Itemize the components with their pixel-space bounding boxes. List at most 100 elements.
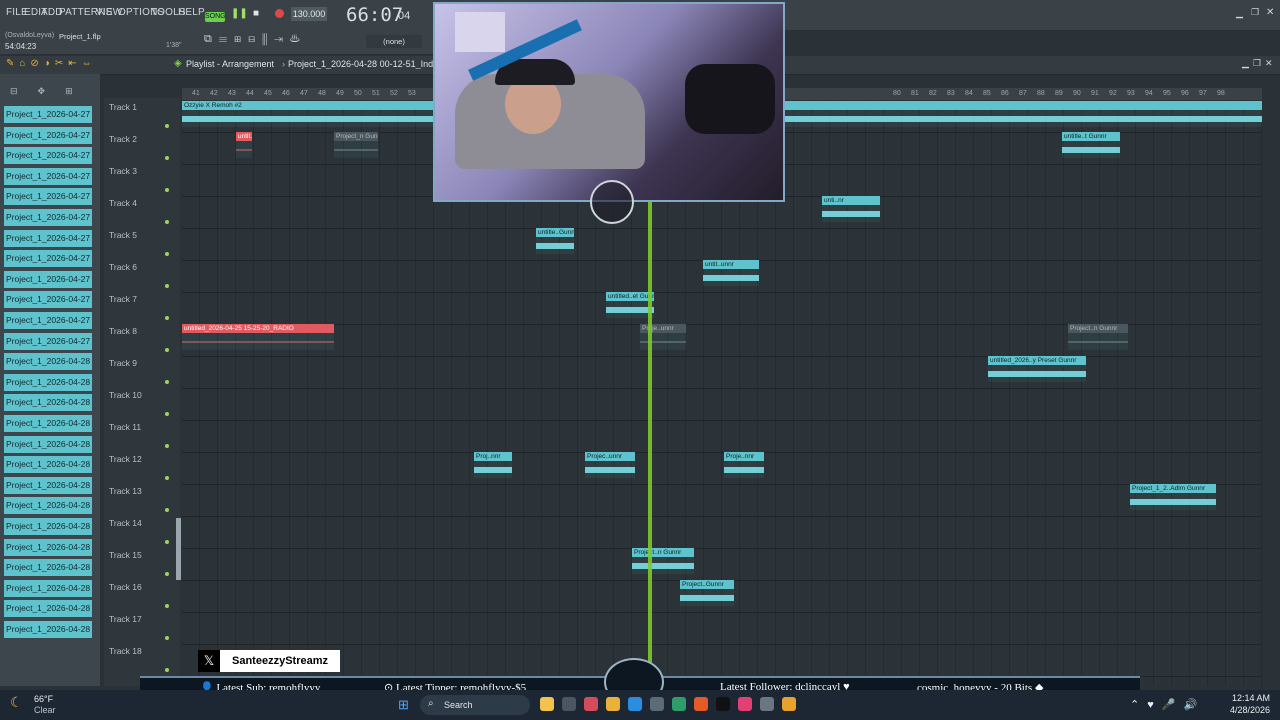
track-label[interactable]: Track 11 — [109, 422, 141, 432]
audio-clip[interactable]: Project..Gunnr — [680, 580, 734, 606]
track-label[interactable]: Track 16 — [109, 582, 142, 592]
pause-icon[interactable]: ❚❚ — [231, 8, 248, 20]
store-icon[interactable] — [650, 697, 664, 711]
browser-item[interactable]: Project_1_2026-04-28 0... — [4, 373, 92, 391]
track-enable-led[interactable] — [165, 412, 169, 416]
browser-item[interactable]: Project_1_2026-04-28 0... — [4, 476, 92, 494]
track-enable-led[interactable] — [165, 156, 169, 160]
track-label[interactable]: Track 14 — [109, 518, 142, 528]
browser-item[interactable]: Project_1_2026-04-27 2... — [4, 209, 92, 226]
fl-studio-icon[interactable] — [782, 697, 796, 711]
track-scrollbar[interactable] — [176, 518, 181, 580]
browser-item[interactable]: Project_1_2026-04-28 0... — [4, 415, 92, 432]
stop-icon[interactable]: ■ — [253, 8, 263, 19]
audio-clip[interactable]: untitle..Gunnr — [536, 228, 574, 254]
audio-clip[interactable]: unti..nr — [822, 196, 880, 222]
browser-item[interactable]: Project_1_2026-04-28 0... — [4, 394, 92, 412]
track-enable-led[interactable] — [165, 124, 169, 128]
tempo-display[interactable]: 130.000 — [291, 7, 327, 21]
browser-item[interactable]: Project_1_2026-04-27 2... — [4, 270, 92, 288]
track-enable-led[interactable] — [165, 668, 169, 672]
audio-clip[interactable]: Projec..unnr — [585, 452, 635, 478]
tiktok-icon[interactable] — [716, 697, 730, 711]
audio-clip[interactable]: untitled..et Gunnr — [606, 292, 654, 318]
browser-item[interactable]: Project_1_2026-04-28 0... — [4, 435, 92, 453]
browser-item[interactable]: Project_1_2026-04-28 0... — [4, 497, 92, 515]
browser-item[interactable]: Project_1_2026-04-28 0... — [4, 621, 92, 638]
browser-item[interactable]: Project_1_2026-04-27 2... — [4, 250, 92, 268]
start-icon[interactable]: ⊞ — [398, 697, 409, 713]
track-label[interactable]: Track 13 — [109, 486, 142, 496]
playhead[interactable] — [648, 200, 652, 686]
audio-clip[interactable]: untitled_2026..y Preset Gunnr — [988, 356, 1086, 382]
track-enable-led[interactable] — [165, 540, 169, 544]
track-label[interactable]: Track 6 — [109, 262, 137, 272]
music-icon[interactable] — [738, 697, 752, 711]
track-enable-led[interactable] — [165, 636, 169, 640]
track-enable-led[interactable] — [165, 348, 169, 352]
browser-item[interactable]: Project_1_2026-04-27 2... — [4, 332, 92, 350]
audio-clip[interactable]: Project_n Gunnr — [334, 132, 378, 158]
audio-clip[interactable]: untit..unnr — [703, 260, 759, 286]
edge-icon[interactable] — [628, 697, 642, 711]
taskview-icon[interactable] — [562, 697, 576, 711]
track-label[interactable]: Track 5 — [109, 230, 137, 240]
track-label[interactable]: Track 7 — [109, 294, 137, 304]
tool-icons[interactable]: ✎⌂⊘◑✂⇤⇔ — [6, 58, 97, 69]
audio-clip[interactable]: Project_1_2..Adlm Gunnr — [1130, 484, 1216, 510]
browser-item[interactable]: Project_1_2026-04-28 0... — [4, 559, 92, 577]
snap-select[interactable]: (none) — [366, 35, 422, 48]
firefox-icon[interactable] — [694, 697, 708, 711]
audio-clip[interactable]: untit..ADIO — [236, 132, 252, 158]
browser-item[interactable]: Project_1_2026-04-28 0... — [4, 600, 92, 618]
track-enable-led[interactable] — [165, 252, 169, 256]
audio-clip[interactable]: Project..n Gunnr — [1068, 324, 1128, 350]
audio-clip[interactable]: Proje..nnr — [724, 452, 764, 478]
restore-icon[interactable]: ❐ — [1251, 7, 1259, 18]
track-enable-led[interactable] — [165, 604, 169, 608]
track-label[interactable]: Track 15 — [109, 550, 142, 560]
track-label[interactable]: Track 2 — [109, 134, 137, 144]
browser-item[interactable]: Project_1_2026-04-27 2... — [4, 188, 92, 206]
track-enable-led[interactable] — [165, 508, 169, 512]
app-icon[interactable] — [584, 697, 598, 711]
track-enable-led[interactable] — [165, 316, 169, 320]
tray-icons[interactable]: ⌃♥🎤🔊 — [1130, 698, 1205, 711]
track-label[interactable]: Track 1 — [109, 102, 137, 112]
playlist-window-controls[interactable]: ▁❐✕ — [1242, 58, 1277, 69]
chrome-icon[interactable] — [672, 697, 686, 711]
minimize-icon[interactable]: ▁ — [1236, 8, 1243, 19]
browser-item[interactable]: Project_1_2026-04-28 0... — [4, 353, 92, 371]
browser-item[interactable]: Project_1_2026-04-27 2... — [4, 312, 92, 329]
playlist-breadcrumb[interactable]: Project_1_2026-04-28 00-12-51_Ind — [288, 59, 433, 69]
track-enable-led[interactable] — [165, 572, 169, 576]
browser-item[interactable]: Project_1_2026-04-27 2... — [4, 126, 92, 144]
audio-clip[interactable]: Proj..nnr — [474, 452, 512, 478]
record-icon[interactable] — [275, 9, 284, 18]
settings-icon[interactable] — [760, 697, 774, 711]
song-mode-button[interactable]: SONG — [205, 12, 226, 22]
track-label[interactable]: Track 10 — [109, 390, 142, 400]
track-label[interactable]: Track 17 — [109, 614, 142, 624]
track-enable-led[interactable] — [165, 284, 169, 288]
browser-item[interactable]: Project_1_2026-04-28 0... — [4, 538, 92, 556]
browser-item[interactable]: Project_1_2026-04-27 2... — [4, 167, 92, 185]
audio-clip[interactable]: Proje..unnr — [640, 324, 686, 350]
toolbar-icons[interactable]: ⧉☰⊞⊟⫼⇥♨ — [204, 33, 307, 46]
browser-item[interactable]: Project_1_2026-04-27 2... — [4, 229, 92, 247]
track-label[interactable]: Track 18 — [109, 646, 142, 656]
track-enable-led[interactable] — [165, 444, 169, 448]
browser-tabs[interactable]: ⊟✥⊞ — [10, 86, 93, 97]
track-label[interactable]: Track 9 — [109, 358, 137, 368]
audio-clip[interactable]: Project..n Gunnr — [632, 548, 694, 574]
browser-item[interactable]: Project_1_2026-04-27 2... — [4, 291, 92, 309]
track-label[interactable]: Track 3 — [109, 166, 137, 176]
track-enable-led[interactable] — [165, 380, 169, 384]
track-label[interactable]: Track 12 — [109, 454, 142, 464]
browser-item[interactable]: Project_1_2026-04-27 2... — [4, 147, 92, 165]
audio-clip[interactable]: untitled_2026-04-25 15-25-20_RADIO — [182, 324, 334, 350]
track-label[interactable]: Track 4 — [109, 198, 137, 208]
track-enable-led[interactable] — [165, 476, 169, 480]
folder-icon[interactable] — [606, 697, 620, 711]
browser-item[interactable]: Project_1_2026-04-27 2... — [4, 106, 92, 123]
